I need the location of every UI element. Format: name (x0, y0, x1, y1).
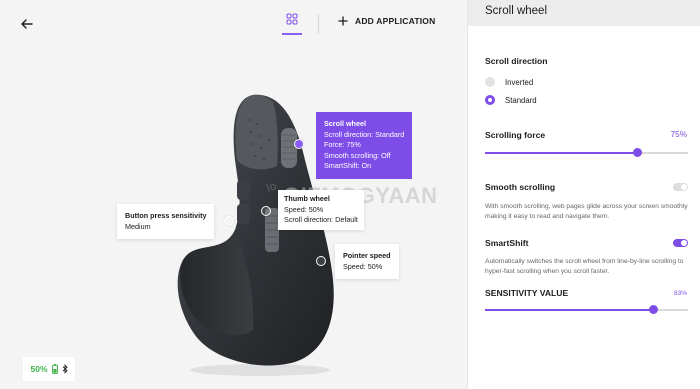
scroll-wheel-hotspot[interactable] (294, 139, 304, 149)
tooltip-line: Speed: 50% (284, 204, 324, 214)
scrolling-force-slider[interactable] (485, 148, 688, 158)
tooltip-title: Scroll wheel (324, 119, 366, 128)
grid-view-button[interactable] (282, 13, 302, 35)
smooth-scrolling-toggle[interactable] (673, 183, 688, 191)
tooltip-title: Button press sensitivity (125, 211, 207, 220)
radio-label: Inverted (505, 77, 534, 87)
grid-icon (286, 13, 298, 25)
arrow-left-icon (21, 19, 33, 29)
radio-button[interactable] (485, 77, 495, 87)
tooltip-line: Scroll direction: Default (284, 215, 358, 225)
tooltip-line: Speed: 50% (343, 261, 383, 271)
button-press-tooltip[interactable]: Button press sensitivity Medium (117, 204, 215, 240)
tooltip-line: SmartShift: On (324, 161, 372, 171)
scrolling-force-value: 75% (670, 130, 687, 139)
tooltip-line: Scroll direction: Standard (324, 129, 405, 139)
tooltip-line: Smooth scrolling: Off (324, 150, 391, 160)
sensitivity-value: 83% (673, 290, 687, 297)
toolbar-divider (318, 14, 319, 34)
radio-standard[interactable]: Standard (485, 95, 537, 105)
scroll-wheel-tooltip[interactable]: Scroll wheel Scroll direction: Standard … (316, 112, 413, 179)
button-press-hotspot[interactable] (224, 216, 234, 226)
thumb-wheel-hotspot[interactable] (261, 206, 271, 216)
device-canvas: ADD APPLICATION lo Scroll wheel Scroll d… (0, 0, 467, 389)
slider-thumb[interactable] (633, 148, 643, 157)
plus-icon (338, 16, 348, 26)
smooth-scrolling-heading: Smooth scrolling (485, 182, 556, 192)
smartshift-heading: SmartShift (485, 238, 529, 248)
battery-status: 50% (23, 357, 75, 381)
settings-panel: Scroll wheel Scroll direction Inverted S… (467, 0, 700, 389)
battery-percent: 50% (30, 364, 48, 374)
radio-button[interactable] (485, 95, 495, 105)
tooltip-title: Thumb wheel (284, 194, 330, 203)
bluetooth-icon (62, 364, 68, 374)
smooth-scrolling-description: With smooth scrolling, web pages glide a… (485, 203, 688, 220)
smartshift-description: Automatically switches the scroll wheel … (485, 258, 684, 275)
pointer-speed-tooltip[interactable]: Pointer speed Speed: 50% (335, 244, 399, 280)
panel-title: Scroll wheel (468, 0, 700, 26)
tooltip-title: Pointer speed (343, 251, 391, 260)
slider-fill (485, 309, 654, 311)
smartshift-toggle[interactable] (673, 239, 688, 247)
radio-inverted[interactable]: Inverted (485, 77, 533, 87)
thumb-wheel-tooltip[interactable]: Thumb wheel Speed: 50% Scroll direction:… (278, 190, 364, 230)
tooltip-line: Medium (125, 221, 151, 231)
add-application-button[interactable]: ADD APPLICATION (338, 16, 435, 26)
slider-thumb[interactable] (649, 305, 659, 314)
back-button[interactable] (18, 15, 36, 33)
toggle-knob (681, 240, 687, 246)
slider-fill (485, 152, 638, 154)
tooltip-line: Force: 75% (324, 140, 361, 150)
radio-label: Standard (505, 95, 537, 105)
toggle-knob (681, 184, 687, 190)
scroll-direction-heading: Scroll direction (485, 56, 548, 66)
battery-icon (51, 364, 58, 374)
sensitivity-heading: SENSITIVITY VALUE (485, 288, 569, 298)
sensitivity-slider[interactable] (485, 305, 688, 315)
scrolling-force-heading: Scrolling force (485, 130, 546, 140)
add-application-label: ADD APPLICATION (355, 16, 436, 26)
pointer-speed-hotspot[interactable] (316, 256, 326, 266)
